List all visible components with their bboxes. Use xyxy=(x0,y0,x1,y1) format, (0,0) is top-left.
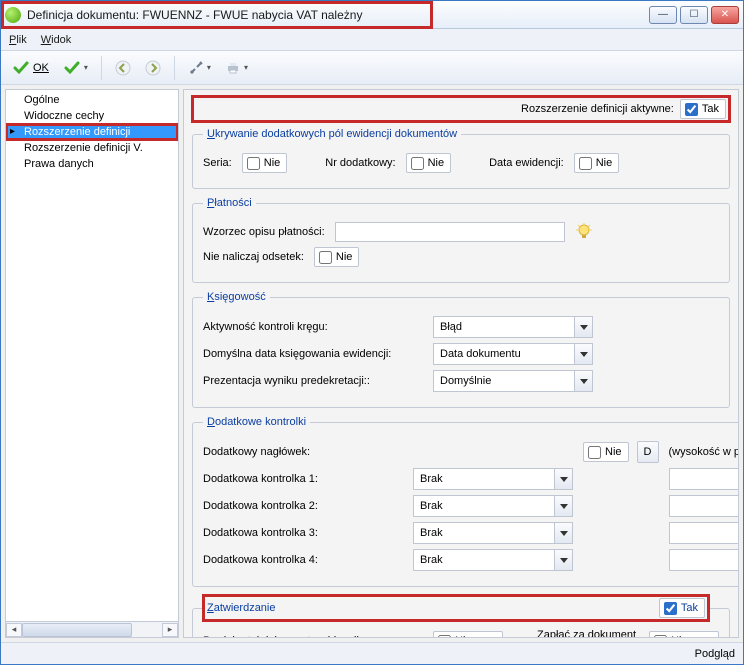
print-button[interactable]: ▾ xyxy=(220,57,253,79)
app-icon xyxy=(5,7,21,23)
ctl-header-hint: (wysokość w px) xyxy=(669,446,739,458)
toolbar: OK ▾ ▾ ▾ xyxy=(1,51,743,85)
ctl-k1-combo[interactable]: Brak xyxy=(413,468,573,490)
ext-active-check[interactable] xyxy=(685,103,698,116)
chevron-down-icon[interactable] xyxy=(554,523,572,543)
dataew-label: Data ewidencji: xyxy=(489,157,564,169)
chevron-down-icon: ▾ xyxy=(244,63,248,72)
scroll-left-icon[interactable]: ◂ xyxy=(6,623,22,637)
ctl-k2-combo[interactable]: Brak xyxy=(413,495,573,517)
chevron-down-icon[interactable] xyxy=(574,317,592,337)
payments-fieldset: Płatności Wzorzec opisu płatności: Nie n… xyxy=(192,197,730,283)
statusbar: Podgląd xyxy=(1,642,743,664)
chevron-down-icon[interactable] xyxy=(554,550,572,570)
content-area: Ogólne Widoczne cechy Rozszerzenie defin… xyxy=(1,85,743,642)
main-pane: Rozszerzenie definicji aktywne: Tak Ukry… xyxy=(183,89,739,638)
akk-label: Aktywność kontroli kręgu: xyxy=(203,321,423,333)
wzorzec-label: Wzorzec opisu płatności: xyxy=(203,226,325,238)
chevron-down-icon: ▾ xyxy=(84,63,88,72)
bulb-icon[interactable] xyxy=(575,223,593,241)
book-legend: Księgowość xyxy=(203,291,270,303)
ctl-header-d-button[interactable]: D xyxy=(637,441,659,463)
arrow-left-icon xyxy=(115,60,131,76)
check-dropdown-button[interactable]: ▾ xyxy=(58,56,93,80)
status-podglad[interactable]: Podgląd xyxy=(695,648,735,660)
ok-button[interactable]: OK xyxy=(7,56,54,80)
sidebar: Ogólne Widoczne cechy Rozszerzenie defin… xyxy=(5,89,179,638)
pwp-combo[interactable]: Domyślnie xyxy=(433,370,593,392)
chevron-down-icon[interactable] xyxy=(554,469,572,489)
ctl-k2-label: Dodatkowa kontrolka 2: xyxy=(203,500,403,512)
nav-back-button[interactable] xyxy=(110,57,136,79)
book-fieldset: Księgowość Aktywność kontroli kręgu: Błą… xyxy=(192,291,730,408)
ext-active-label: Rozszerzenie definicji aktywne: xyxy=(521,103,674,115)
ctl-k1-num[interactable]: 0 xyxy=(669,468,739,490)
chevron-down-icon: ▾ xyxy=(207,63,211,72)
arrow-right-icon xyxy=(145,60,161,76)
ddke-label: Domyślna data księgowania ewidencji: xyxy=(203,348,423,360)
nav-fwd-button[interactable] xyxy=(140,57,166,79)
ctl-header-label: Dodatkowy nagłówek: xyxy=(203,446,403,458)
approve-fieldset: Zatwierdzanie Tak Predekretuj dokument e… xyxy=(192,595,730,638)
ctl-k4-combo[interactable]: Brak xyxy=(413,549,573,571)
predek-label: Predekretuj dokument ewidencji: xyxy=(203,635,423,638)
sidebar-item-ogolne[interactable]: Ogólne xyxy=(6,92,178,108)
chevron-down-icon[interactable] xyxy=(574,344,592,364)
odsetki-checkbox[interactable]: Nie xyxy=(314,247,360,267)
sidebar-item-widoczne-cechy[interactable]: Widoczne cechy xyxy=(6,108,178,124)
app-window: Definicja dokumentu: FWUENNZ - FWUE naby… xyxy=(0,0,744,665)
ctl-k4-label: Dodatkowa kontrolka 4: xyxy=(203,554,403,566)
hide-legend: Ukrywanie dodatkowych pól ewidencji doku… xyxy=(203,128,461,140)
menu-widok[interactable]: Widok xyxy=(41,34,72,46)
menu-plik[interactable]: Plik xyxy=(9,34,27,46)
nrdod-label: Nr dodatkowy: xyxy=(325,157,395,169)
tools-button[interactable]: ▾ xyxy=(183,57,216,79)
sidebar-item-rozszerzenie-definicji[interactable]: Rozszerzenie definicji xyxy=(6,124,178,140)
wzorzec-input[interactable] xyxy=(335,222,565,242)
odsetki-label: Nie naliczaj odsetek: xyxy=(203,251,304,263)
window-title: Definicja dokumentu: FWUENNZ - FWUE naby… xyxy=(27,8,649,22)
ctl-k2-num[interactable]: 0 xyxy=(669,495,739,517)
approve-legend: Zatwierdzanie Tak xyxy=(203,595,709,621)
ctl-k3-num[interactable]: 0 xyxy=(669,522,739,544)
ctl-k1-label: Dodatkowa kontrolka 1: xyxy=(203,473,403,485)
pwp-label: Prezentacja wyniku predekretacji:: xyxy=(203,375,423,387)
zaplac-label: Zapłać za dokument ewidencji: xyxy=(513,629,639,638)
hide-fieldset: Ukrywanie dodatkowych pól ewidencji doku… xyxy=(192,128,730,189)
maximize-button[interactable]: ☐ xyxy=(680,6,708,24)
ddke-combo[interactable]: Data dokumentu xyxy=(433,343,593,365)
payments-legend: Płatności xyxy=(203,197,256,209)
close-button[interactable]: ✕ xyxy=(711,6,739,24)
ctl-k4-num[interactable]: 0 xyxy=(669,549,739,571)
approve-tak-checkbox[interactable]: Tak xyxy=(659,598,705,618)
minimize-button[interactable]: — xyxy=(649,6,677,24)
printer-icon xyxy=(225,60,241,76)
scroll-right-icon[interactable]: ▸ xyxy=(162,623,178,637)
akk-combo[interactable]: Błąd xyxy=(433,316,593,338)
scroll-thumb[interactable] xyxy=(22,623,132,637)
tools-icon xyxy=(188,60,204,76)
ctl-k3-label: Dodatkowa kontrolka 3: xyxy=(203,527,403,539)
chevron-down-icon[interactable] xyxy=(554,496,572,516)
sidebar-scrollbar[interactable]: ◂ ▸ xyxy=(6,621,178,637)
seria-label: Seria: xyxy=(203,157,232,169)
menubar: Plik Widok xyxy=(1,29,743,51)
nrdod-checkbox[interactable]: Nie xyxy=(406,153,452,173)
ctl-fieldset: Dodatkowe kontrolki Dodatkowy nagłówek: … xyxy=(192,416,739,587)
ext-active-row: Rozszerzenie definicji aktywne: Tak xyxy=(192,96,730,122)
ctl-k3-combo[interactable]: Brak xyxy=(413,522,573,544)
titlebar: Definicja dokumentu: FWUENNZ - FWUE naby… xyxy=(1,1,743,29)
predek-checkbox[interactable]: Nie xyxy=(433,631,503,638)
ctl-header-checkbox[interactable]: Nie xyxy=(583,442,629,462)
check-icon xyxy=(12,59,30,77)
zaplac-checkbox[interactable]: Nie xyxy=(649,631,719,638)
check-icon xyxy=(63,59,81,77)
seria-checkbox[interactable]: Nie xyxy=(242,153,288,173)
sidebar-item-prawa-danych[interactable]: Prawa danych xyxy=(6,156,178,172)
ctl-legend: Dodatkowe kontrolki xyxy=(203,416,310,428)
ext-active-checkbox[interactable]: Tak xyxy=(680,99,726,119)
sidebar-item-rozszerzenie-definicji-v[interactable]: Rozszerzenie definicji V. xyxy=(6,140,178,156)
chevron-down-icon[interactable] xyxy=(574,371,592,391)
dataew-checkbox[interactable]: Nie xyxy=(574,153,620,173)
